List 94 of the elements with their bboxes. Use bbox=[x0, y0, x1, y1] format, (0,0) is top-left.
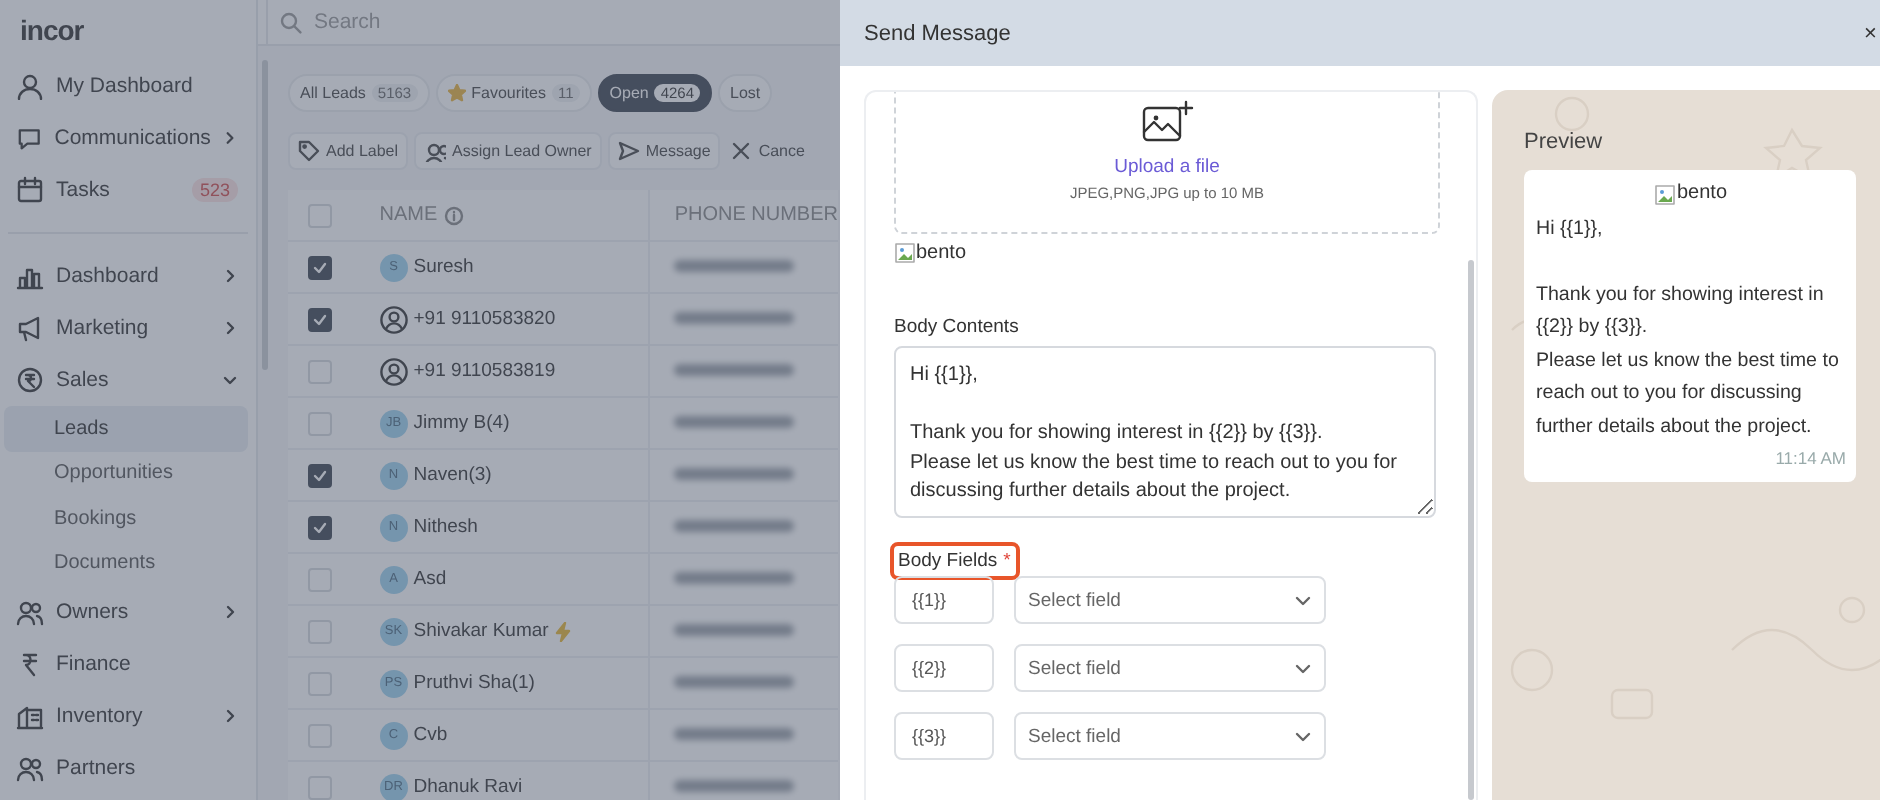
lead-name: +91 9110583820 bbox=[413, 308, 556, 330]
action-button[interactable]: Add Label bbox=[288, 132, 409, 170]
broken-image-icon bbox=[894, 242, 916, 264]
blurred-value bbox=[674, 624, 795, 636]
lead-name: Nithesh bbox=[413, 516, 478, 538]
rupee-icon bbox=[16, 366, 44, 394]
app-logo: incor bbox=[20, 14, 84, 46]
sidebar-item[interactable]: My Dashboard bbox=[0, 60, 256, 112]
check-icon bbox=[312, 259, 328, 275]
select-field[interactable]: Select field bbox=[1014, 712, 1326, 760]
lead-name: Shivakar Kumar bbox=[413, 620, 549, 642]
sidebar-subitem[interactable]: Opportunities bbox=[4, 451, 248, 496]
checkbox[interactable] bbox=[308, 307, 332, 331]
chevron-icon bbox=[1294, 727, 1312, 745]
message-text: Hi {{1}}, Thank you for showing interest in {{2}} by {{3}}. Please let us know the best time to reach out to you for discussing further details about the project. bbox=[1536, 215, 1841, 442]
sidebar-item[interactable]: Tasks 523 bbox=[0, 164, 256, 216]
blurred-value bbox=[674, 780, 795, 792]
lead-name: Asd bbox=[413, 568, 447, 590]
chat-icon bbox=[16, 124, 43, 152]
chevron-icon bbox=[1294, 659, 1312, 677]
message-time: 11:14 AM bbox=[1773, 445, 1846, 472]
filter-tab[interactable]: Lost bbox=[718, 74, 773, 112]
checkbox[interactable] bbox=[308, 463, 332, 487]
blurred-value bbox=[674, 520, 795, 532]
column-header: NAME bbox=[379, 204, 438, 226]
token-field[interactable]: {{3}} bbox=[894, 712, 994, 760]
megaphone-icon bbox=[16, 314, 44, 342]
close-icon bbox=[730, 140, 753, 162]
lead-name: Cvb bbox=[413, 724, 448, 746]
image-add-icon bbox=[1141, 100, 1193, 144]
lead-name: Dhanuk Ravi bbox=[413, 776, 523, 798]
people-icon bbox=[16, 598, 44, 626]
checkbox[interactable] bbox=[308, 515, 332, 539]
sidebar-item[interactable]: Inventory bbox=[0, 690, 256, 742]
lead-name: Pruthvi Sha(1) bbox=[413, 672, 535, 694]
blurred-value bbox=[674, 416, 795, 428]
select-field[interactable]: Select field bbox=[1014, 644, 1326, 692]
blurred-value bbox=[674, 676, 795, 688]
field-label: Body Contents bbox=[894, 316, 1021, 338]
sidebar-item[interactable]: Finance bbox=[0, 638, 256, 690]
calendar-icon bbox=[16, 176, 44, 204]
image-alt-text: bento bbox=[916, 242, 967, 264]
people-icon bbox=[16, 754, 44, 782]
people-icon bbox=[424, 140, 447, 162]
sidebar-item[interactable]: Sales bbox=[0, 354, 256, 406]
action-button[interactable]: Assign Lead Owner bbox=[414, 132, 602, 170]
checkbox[interactable] bbox=[308, 255, 332, 279]
blurred-value bbox=[674, 260, 795, 272]
image-alt-text: bento bbox=[1676, 180, 1728, 208]
lead-name: Naven(3) bbox=[413, 464, 492, 486]
blurred-value bbox=[674, 312, 795, 324]
action-button[interactable]: Message bbox=[607, 132, 721, 170]
lead-name: +91 9110583819 bbox=[413, 360, 556, 382]
person-icon bbox=[379, 305, 408, 333]
person-icon bbox=[379, 357, 408, 385]
lead-name: Jimmy B(4) bbox=[413, 412, 510, 434]
blurred-value bbox=[674, 364, 795, 376]
chevron-icon bbox=[1294, 591, 1312, 609]
sidebar-item[interactable]: Marketing bbox=[0, 302, 256, 354]
blurred-value bbox=[674, 728, 795, 740]
sidebar-subitem[interactable]: Documents bbox=[4, 541, 248, 586]
count-badge: 523 bbox=[191, 178, 238, 202]
required-mark: * bbox=[1003, 550, 1011, 572]
sidebar-item[interactable]: Partners bbox=[0, 742, 256, 794]
check-icon bbox=[312, 519, 328, 535]
blurred-value bbox=[674, 572, 795, 584]
sidebar-subitem[interactable]: Leads bbox=[4, 406, 248, 451]
select-field[interactable]: Select field bbox=[1014, 576, 1326, 624]
dialog-title: Send Message bbox=[864, 21, 1011, 45]
column-header: PHONE NUMBER bbox=[674, 204, 838, 226]
cancel-button[interactable]: Cance bbox=[726, 132, 809, 170]
close-button[interactable]: × bbox=[1864, 21, 1880, 45]
search-icon bbox=[280, 11, 302, 33]
preview-title: Preview bbox=[1524, 130, 1605, 154]
tag-icon bbox=[298, 140, 320, 162]
lead-name: Suresh bbox=[413, 256, 474, 278]
token-field[interactable]: {{2}} bbox=[894, 644, 994, 692]
info-icon bbox=[443, 205, 464, 225]
person-icon bbox=[16, 72, 44, 100]
sidebar-item[interactable]: Communications bbox=[0, 112, 256, 164]
blurred-value bbox=[674, 468, 795, 480]
check-icon bbox=[312, 311, 328, 327]
sidebar-item[interactable]: Owners bbox=[0, 586, 256, 638]
star-icon bbox=[447, 84, 466, 102]
building-icon bbox=[16, 702, 44, 730]
sidebar-item[interactable]: Dashboard bbox=[0, 250, 256, 302]
field-label: Body Fields bbox=[898, 550, 998, 572]
upload-link[interactable]: Upload a file bbox=[1114, 156, 1220, 178]
sidebar-subitem[interactable]: Bookings bbox=[4, 496, 248, 541]
broken-image-icon bbox=[1654, 183, 1677, 206]
check-icon bbox=[312, 467, 328, 483]
token-field[interactable]: {{1}} bbox=[894, 576, 994, 624]
body-field[interactable]: Hi {{1}}, Thank you for showing interest in {{2}} by {{3}}. Please let us know the best time to reach out to you for discussing further details about the project. bbox=[894, 346, 1436, 518]
send-icon bbox=[617, 140, 640, 162]
